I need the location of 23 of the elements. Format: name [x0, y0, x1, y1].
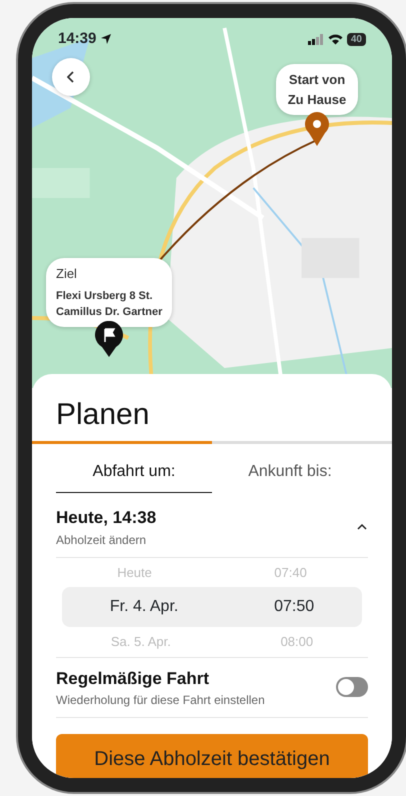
start-pin-icon	[304, 112, 330, 146]
destination-address: Camillus Dr. Gartner	[56, 305, 162, 320]
destination-label: Ziel	[56, 265, 78, 283]
signal-icon	[308, 34, 324, 45]
sheet-title: Planen	[55, 397, 150, 433]
picker-selection[interactable]: Fr. 4. Apr. 07:50	[62, 587, 362, 627]
chevron-left-icon	[67, 71, 75, 83]
recurring-subtitle: Wiederholung für diese Fahrt einstellen	[56, 692, 265, 709]
picker-date[interactable]: Fr. 4. Apr.	[110, 595, 178, 619]
recurring-title: Regelmäßige Fahrt	[56, 668, 210, 690]
picker-time[interactable]: 07:50	[274, 595, 314, 619]
tab[interactable]: Abfahrt um:	[56, 448, 212, 493]
wifi-icon	[328, 34, 343, 45]
destination-address: Flexi Ursberg 8 St.	[56, 288, 154, 304]
tab[interactable]: Ankunft bis:	[212, 448, 368, 493]
start-callout: Start von Zu Hause	[276, 64, 358, 115]
status-time: 14:39	[58, 29, 96, 49]
pickup-time: Heute, 14:38	[56, 507, 156, 529]
recurring-toggle[interactable]	[336, 677, 368, 698]
confirm-button[interactable]: Diese Abholzeit bestätigen	[56, 734, 368, 778]
location-arrow-icon	[100, 33, 112, 46]
pickup-subtitle: Abholzeit ändern	[56, 532, 148, 548]
chevron-up-icon	[356, 522, 368, 531]
